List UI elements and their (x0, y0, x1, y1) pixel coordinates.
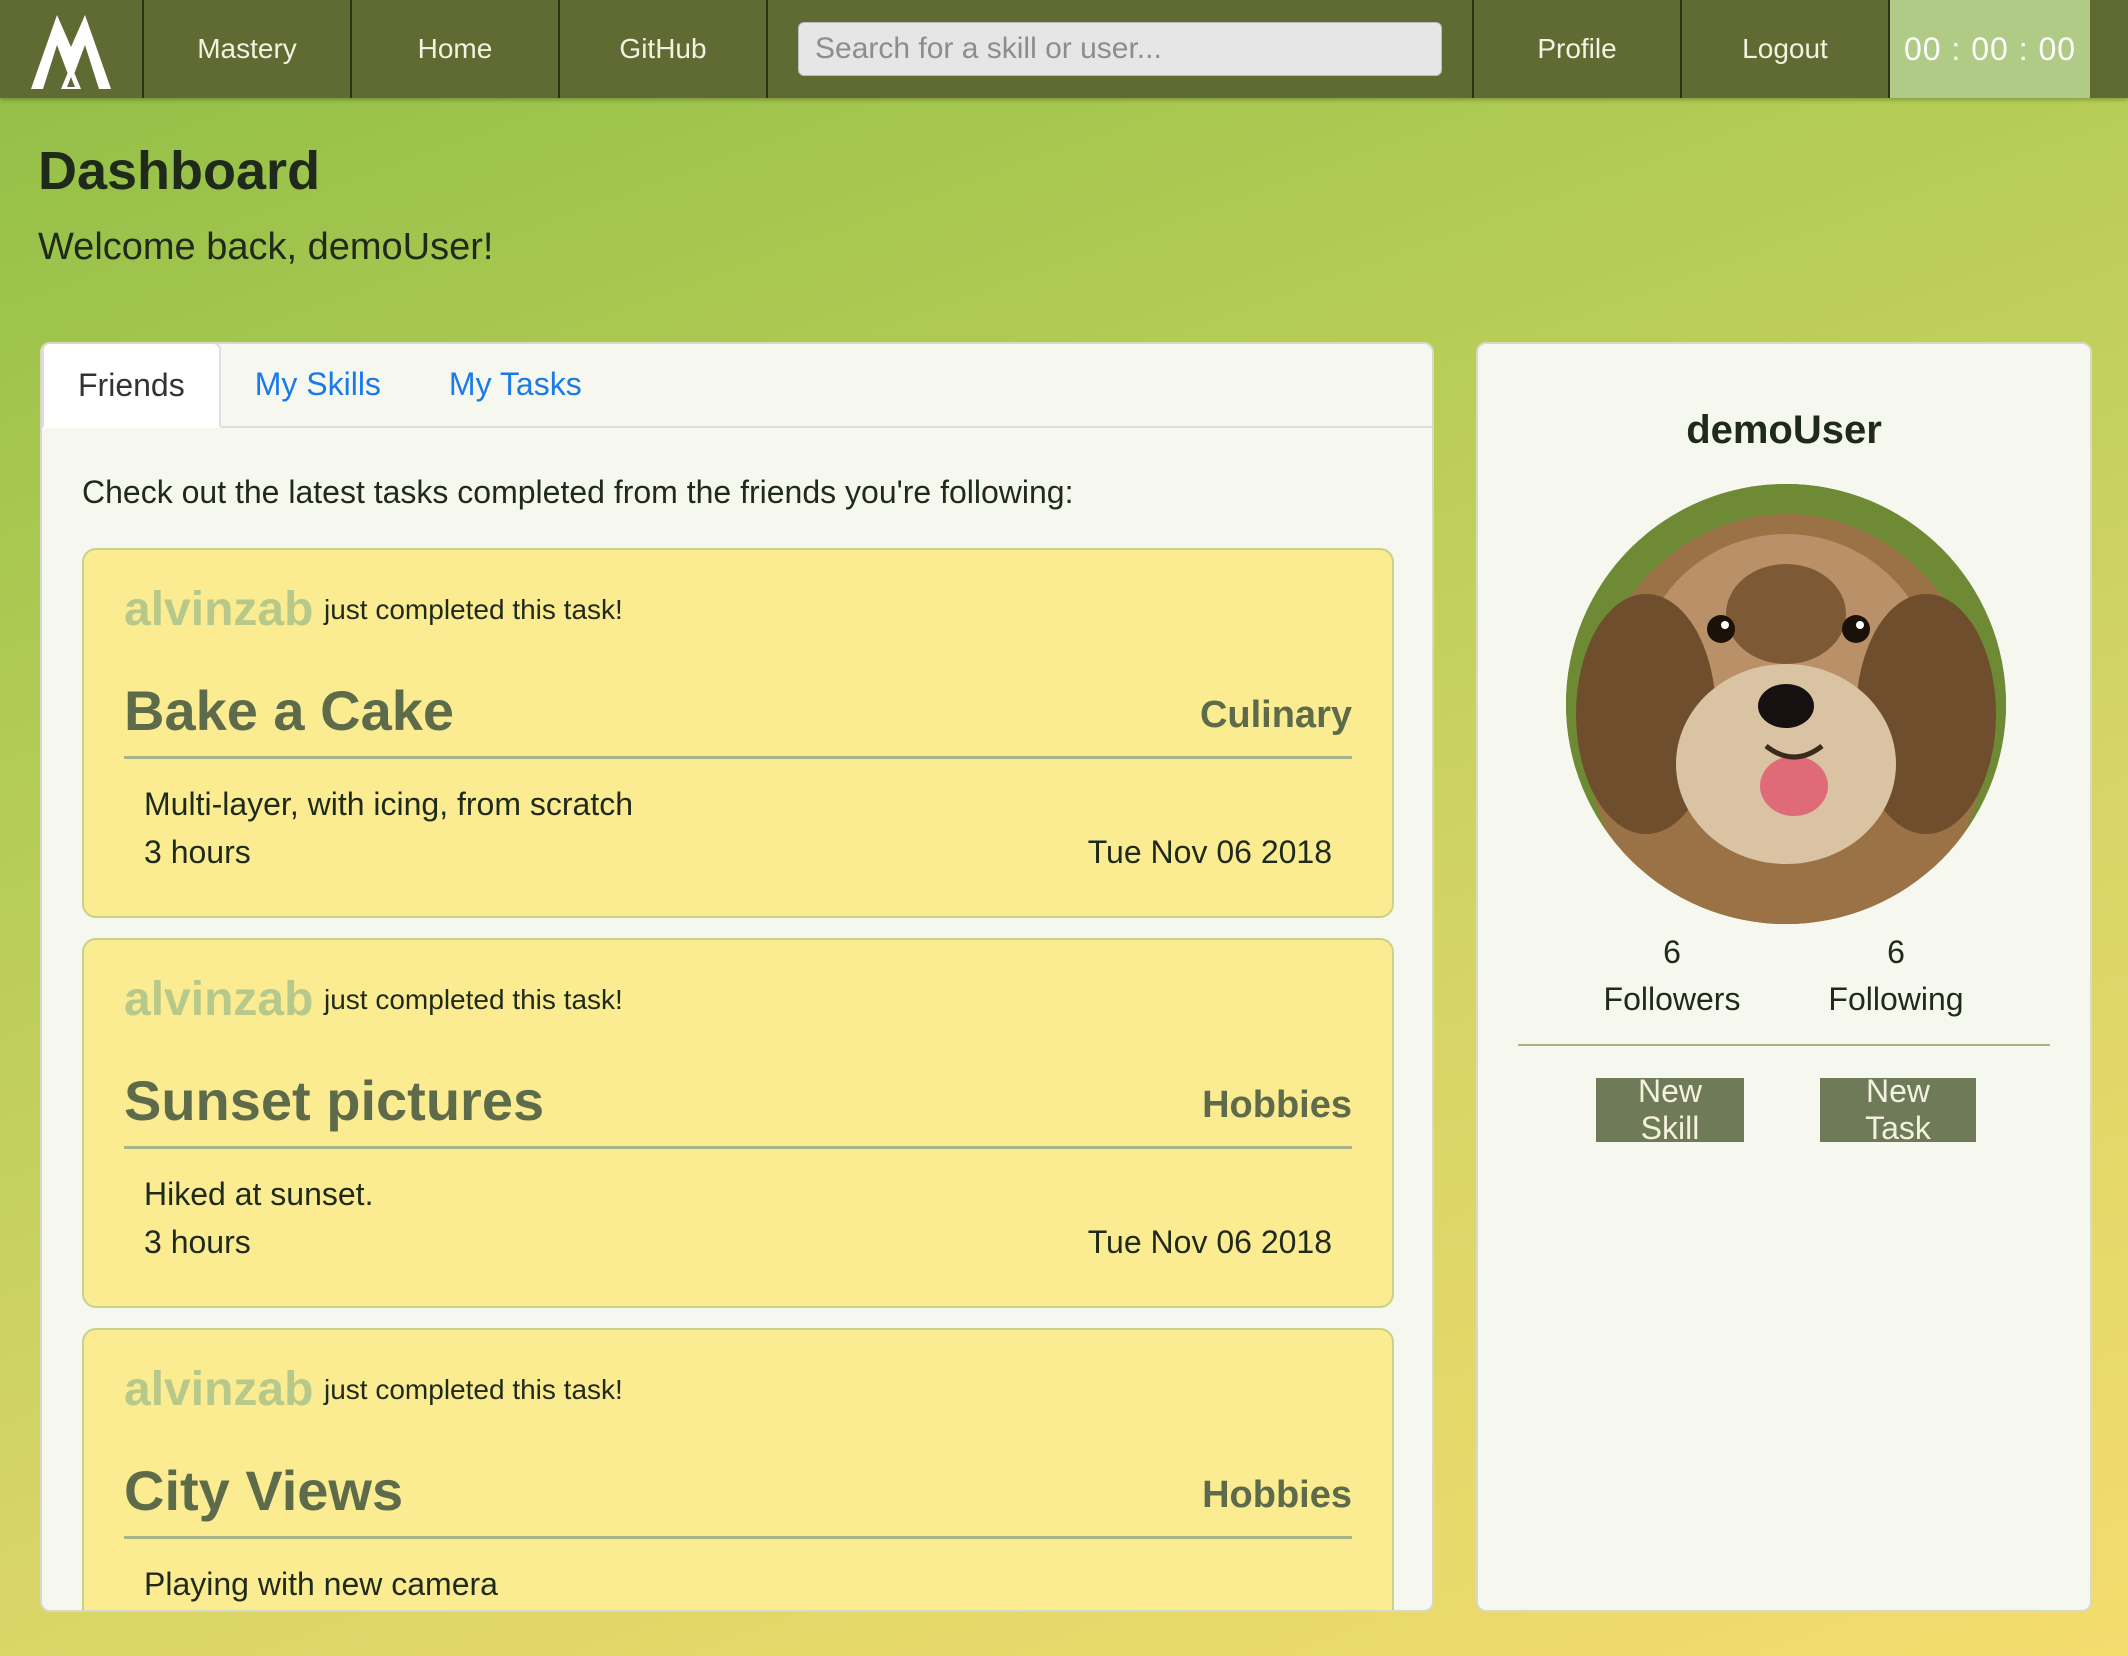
tab-my-tasks[interactable]: My Tasks (415, 344, 616, 426)
feed-card: alvinzab just completed this task! City … (82, 1328, 1394, 1610)
nav-profile[interactable]: Profile (1474, 0, 1682, 98)
dashboard-tabs: Friends My Skills My Tasks (42, 344, 1432, 428)
followers-stat[interactable]: 6 Followers (1562, 934, 1782, 1018)
new-task-button[interactable]: New Task (1820, 1073, 1976, 1146)
task-description: Playing with new camera (144, 1566, 498, 1602)
avatar[interactable] (1566, 484, 2006, 924)
feed-username-link[interactable]: alvinzab (124, 582, 313, 637)
search-container (768, 0, 1474, 98)
nav-mastery[interactable]: Mastery (144, 0, 352, 98)
tab-my-skills[interactable]: My Skills (221, 344, 415, 426)
feed-action-text: just completed this task! (324, 1374, 623, 1405)
card-divider (124, 756, 1352, 759)
task-title: City Views (124, 1459, 404, 1522)
feed-intro: Check out the latest tasks completed fro… (82, 474, 1074, 510)
puppy-avatar (1566, 484, 2006, 924)
welcome-message: Welcome back, demoUser! (38, 226, 494, 268)
task-title: Bake a Cake (124, 679, 455, 742)
following-count: 6 (1887, 934, 1905, 970)
feed-action-text: just completed this task! (324, 594, 623, 625)
search-input[interactable] (798, 22, 1442, 76)
feed-username-link[interactable]: alvinzab (124, 972, 313, 1027)
feed-card: alvinzab just completed this task! Bake … (82, 548, 1394, 918)
tab-friends[interactable]: Friends (42, 344, 221, 428)
mountain-m-logo-icon (31, 15, 111, 89)
activity-feed: alvinzab just completed this task! Bake … (82, 548, 1394, 1610)
card-divider (124, 1536, 1352, 1539)
card-divider (124, 1146, 1352, 1149)
nav-logout[interactable]: Logout (1682, 0, 1890, 98)
navbar-spacer (2090, 0, 2128, 98)
profile-username: demoUser (1686, 408, 1882, 452)
session-timer[interactable]: 00 : 00 : 00 (1890, 0, 2090, 98)
followers-count: 6 (1663, 934, 1681, 970)
page-title: Dashboard (38, 141, 321, 201)
following-label: Following (1828, 981, 1964, 1017)
task-duration: 3 hours (144, 1224, 251, 1260)
task-category: Hobbies (1202, 1084, 1352, 1126)
nav-home[interactable]: Home (352, 0, 560, 98)
task-description: Multi-layer, with icing, from scratch (144, 786, 634, 822)
logo-link[interactable] (0, 0, 144, 98)
task-category: Hobbies (1202, 1474, 1352, 1516)
task-title: Sunset pictures (124, 1069, 545, 1132)
dashboard-main-panel: Friends My Skills My Tasks Check out the… (40, 342, 1434, 1612)
following-stat[interactable]: 6 Following (1786, 934, 2006, 1018)
profile-divider (1518, 1044, 2050, 1046)
feed-username-link[interactable]: alvinzab (124, 1362, 313, 1417)
profile-sidebar: demoUser 6 Followers 6 Following New Ski… (1476, 342, 2092, 1612)
feed-card: alvinzab just completed this task! Sunse… (82, 938, 1394, 1308)
followers-label: Followers (1603, 981, 1741, 1017)
new-skill-button[interactable]: New Skill (1596, 1073, 1744, 1146)
nav-github[interactable]: GitHub (560, 0, 768, 98)
task-duration: 3 hours (144, 834, 251, 870)
task-date: Tue Nov 06 2018 (1087, 1224, 1332, 1260)
task-date: Tue Nov 06 2018 (1087, 834, 1332, 870)
task-category: Culinary (1199, 694, 1352, 736)
top-navbar: Mastery Home GitHub Profile Logout 00 : … (0, 0, 2128, 98)
task-description: Hiked at sunset. (144, 1176, 374, 1212)
feed-action-text: just completed this task! (324, 984, 623, 1015)
